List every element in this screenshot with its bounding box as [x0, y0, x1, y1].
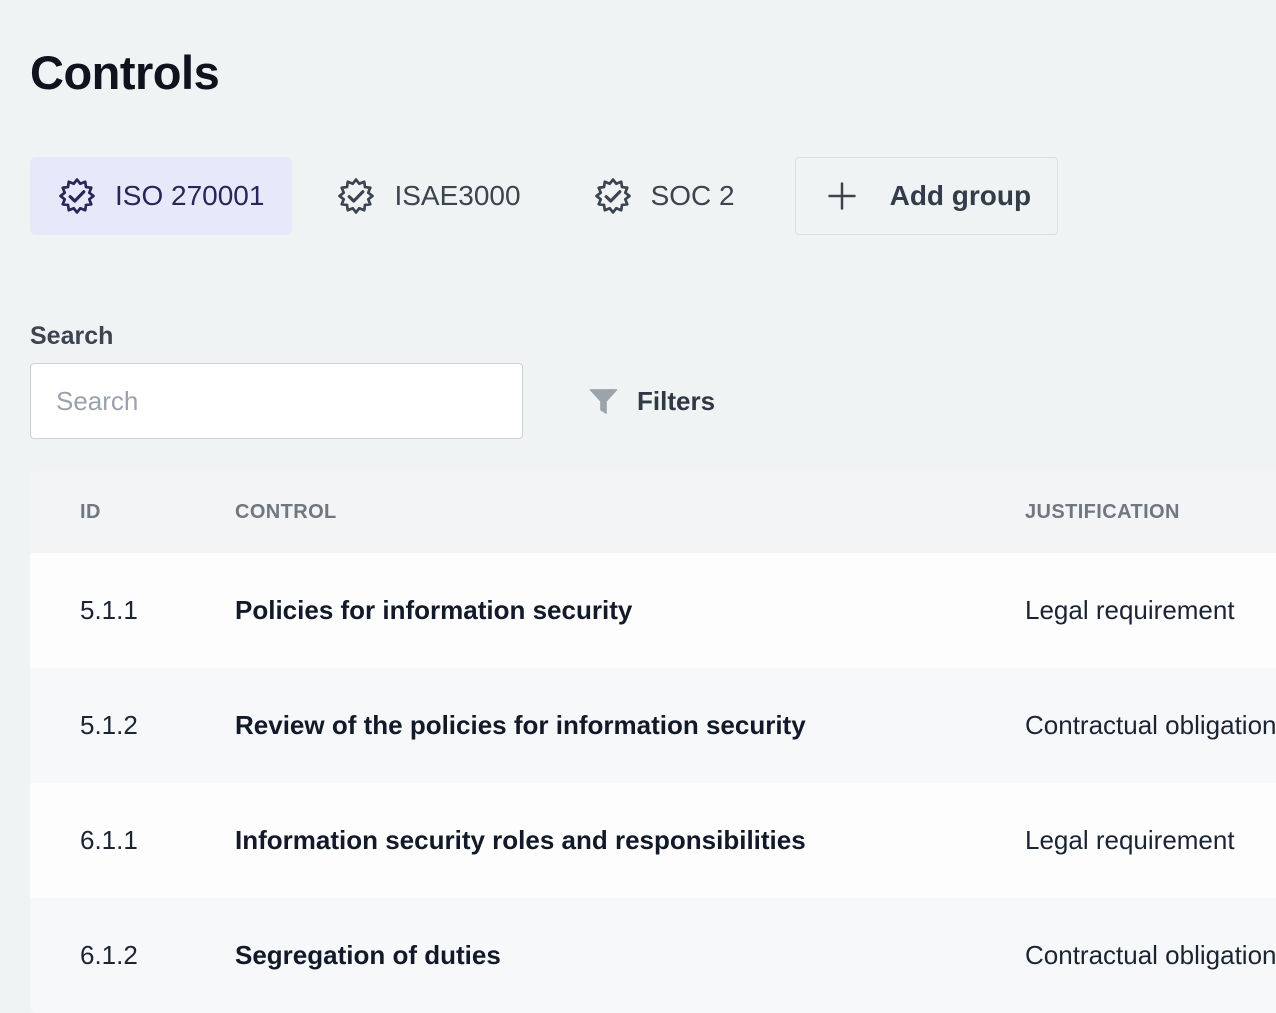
cell-id: 5.1.1	[30, 595, 235, 626]
plus-icon	[822, 176, 862, 216]
cell-id: 6.1.1	[30, 825, 235, 856]
cell-id: 6.1.2	[30, 940, 235, 971]
tab-iso-270001[interactable]: ISO 270001	[30, 157, 292, 235]
column-header-id: ID	[30, 501, 235, 524]
table-row[interactable]: 5.1.1 Policies for information security …	[30, 553, 1276, 668]
cell-justification: Legal requirement	[1025, 595, 1276, 626]
cell-justification: Contractual obligation	[1025, 940, 1276, 971]
tab-label: ISO 270001	[115, 180, 264, 212]
group-tabs: ISO 270001 ISAE3000 SOC 2	[30, 157, 1276, 235]
add-group-button[interactable]: Add group	[795, 157, 1059, 235]
cell-justification: Contractual obligation	[1025, 710, 1276, 741]
search-row: Filters	[30, 363, 1276, 439]
column-header-justification: JUSTIFICATION	[1025, 501, 1276, 524]
cell-id: 5.1.2	[30, 710, 235, 741]
cell-control: Information security roles and responsib…	[235, 825, 1025, 856]
filters-label: Filters	[637, 386, 715, 417]
add-group-label: Add group	[890, 180, 1032, 212]
tab-label: ISAE3000	[394, 180, 520, 212]
cell-justification: Legal requirement	[1025, 825, 1276, 856]
search-label: Search	[30, 322, 1276, 351]
table-row[interactable]: 6.1.2 Segregation of duties Contractual …	[30, 898, 1276, 1013]
tab-isae3000[interactable]: ISAE3000	[309, 157, 548, 235]
table-header-row: ID CONTROL JUSTIFICATION	[30, 471, 1276, 553]
badge-check-icon	[337, 177, 375, 215]
badge-check-icon	[58, 177, 96, 215]
cell-control: Policies for information security	[235, 595, 1025, 626]
cell-control: Review of the policies for information s…	[235, 710, 1025, 741]
search-input[interactable]	[30, 363, 523, 439]
filters-button[interactable]: Filters	[587, 385, 715, 418]
tab-label: SOC 2	[651, 180, 735, 212]
badge-check-icon	[594, 177, 632, 215]
cell-control: Segregation of duties	[235, 940, 1025, 971]
page-title: Controls	[30, 45, 1276, 101]
table-row[interactable]: 5.1.2 Review of the policies for informa…	[30, 668, 1276, 783]
controls-table: ID CONTROL JUSTIFICATION 5.1.1 Policies …	[30, 471, 1276, 1013]
table-row[interactable]: 6.1.1 Information security roles and res…	[30, 783, 1276, 898]
controls-page: Controls ISO 270001 ISAE3000	[0, 0, 1276, 1013]
column-header-control: CONTROL	[235, 501, 1025, 524]
tab-soc-2[interactable]: SOC 2	[566, 157, 763, 235]
funnel-icon	[587, 385, 620, 418]
